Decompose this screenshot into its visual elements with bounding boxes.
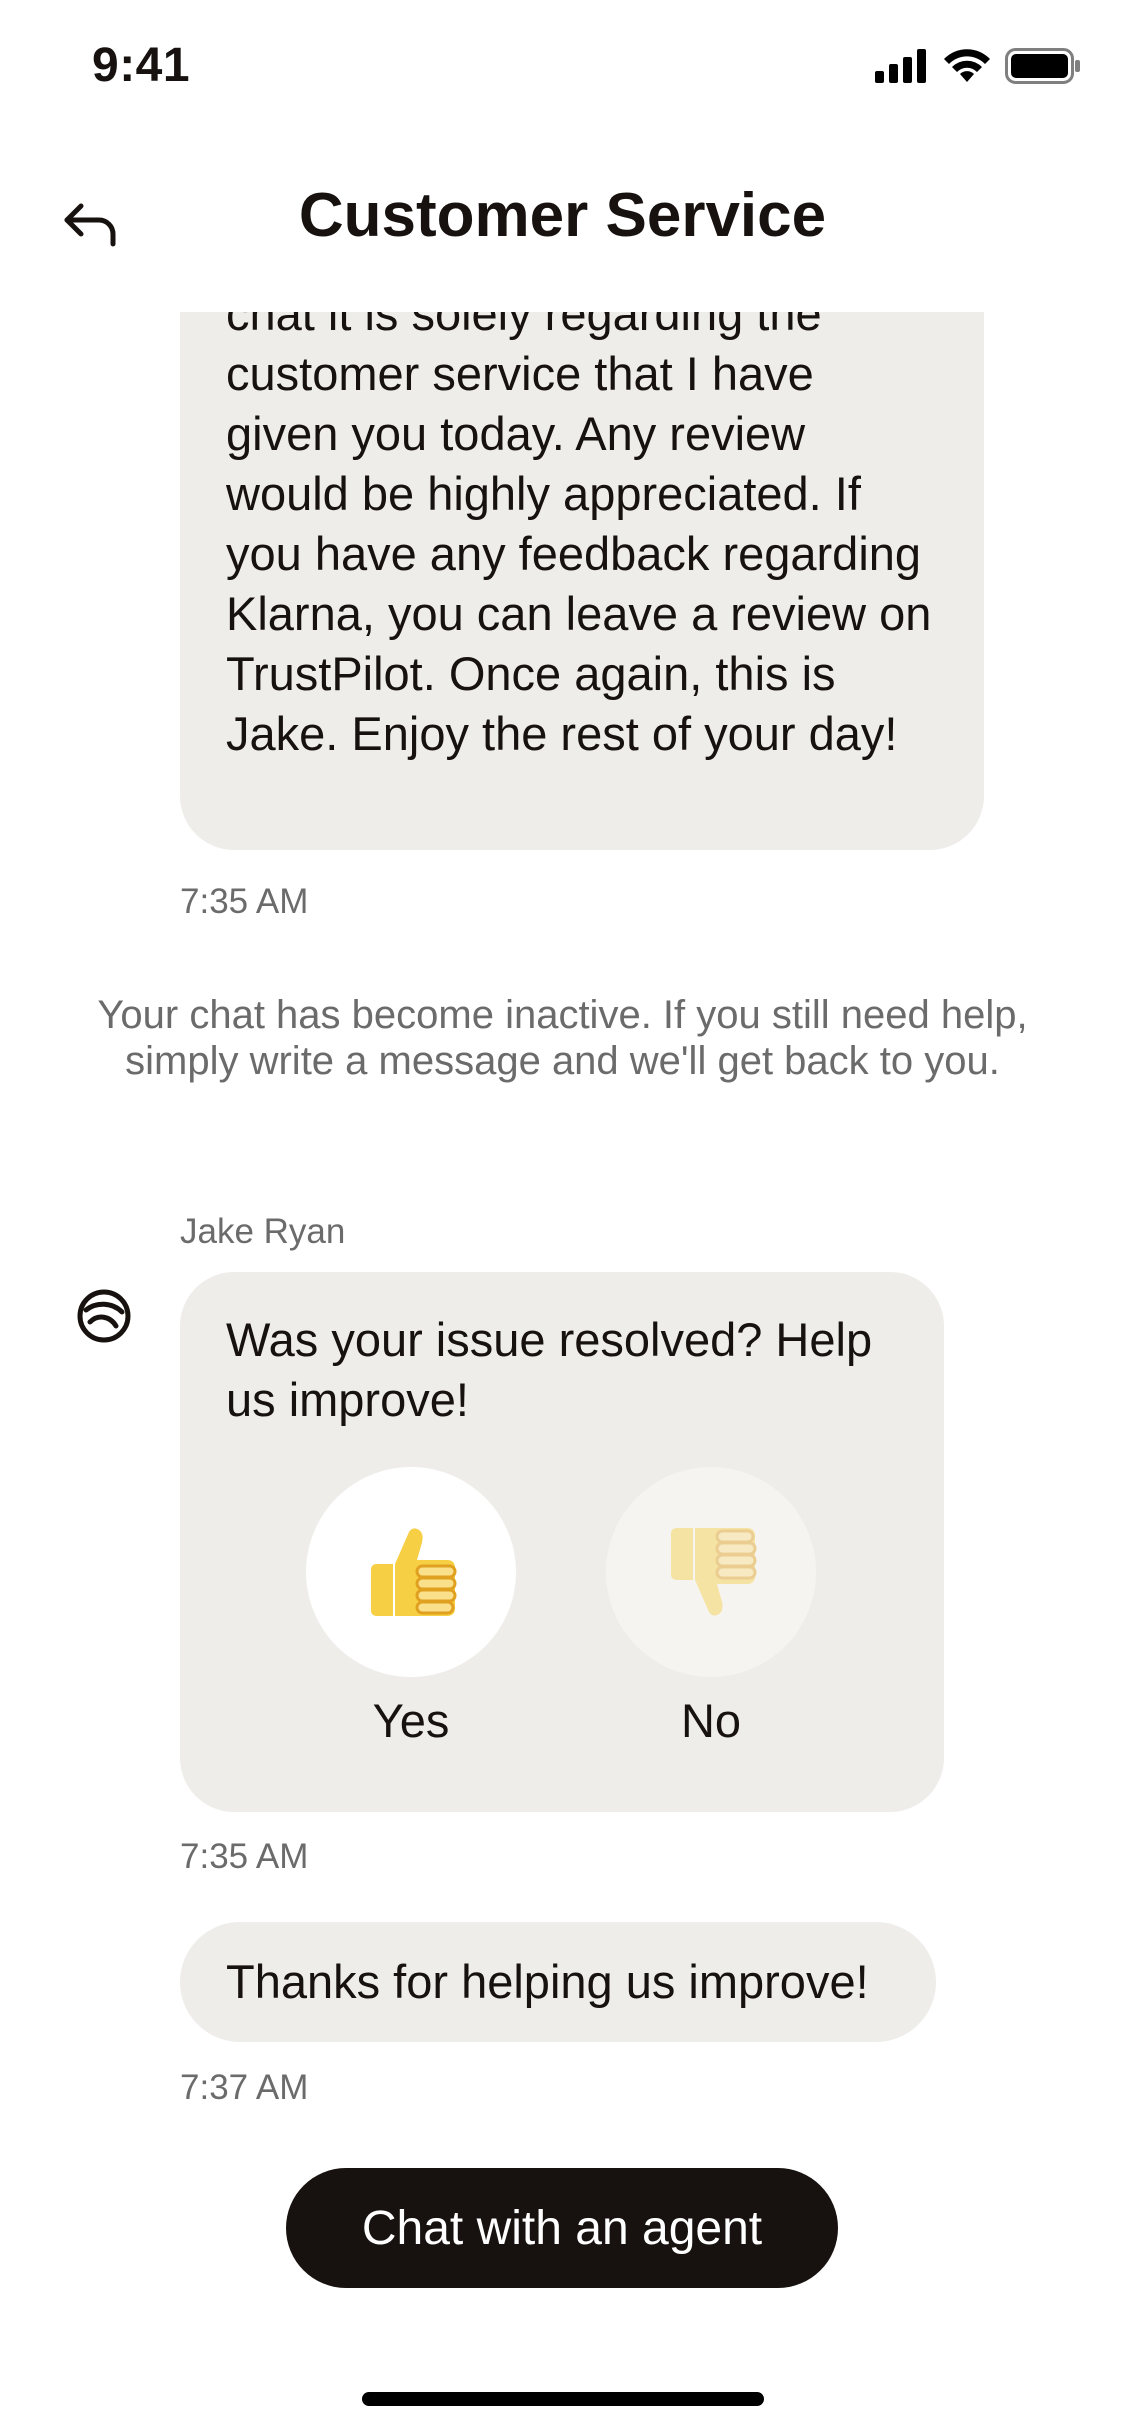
inactive-notice: Your chat has become inactive. If you st… [97, 993, 1028, 1083]
cellular-signal-icon [875, 49, 926, 83]
feedback-bubble: Was your issue resolved? Help us improve… [180, 1272, 944, 1812]
agent-name: Jake Ryan [180, 1212, 346, 1251]
status-time: 9:41 [92, 39, 191, 92]
thumbs-up-circle[interactable] [306, 1467, 516, 1677]
chat-with-agent-button[interactable]: Chat with an agent [286, 2168, 838, 2288]
message-timestamp: 7:35 AM [180, 1837, 309, 1876]
nav-bar: Customer Service [0, 150, 1125, 280]
thumbs-down-icon [671, 1528, 757, 1616]
page-title: Customer Service [298, 181, 827, 250]
message-timestamp: 7:35 AM [180, 882, 309, 921]
message-text: Thanks for helping us improve! [226, 1955, 869, 2008]
feedback-yes-button[interactable]: Yes [306, 1467, 516, 1748]
feedback-question: Was your issue resolved? Help us improve… [226, 1313, 873, 1426]
message-text: chat it is solely regarding the customer… [226, 312, 932, 760]
conversation[interactable]: chat it is solely regarding the customer… [0, 312, 1125, 2150]
agent-message-bubble: chat it is solely regarding the customer… [180, 312, 984, 850]
battery-icon [1005, 48, 1080, 84]
feedback-options: Yes No [306, 1467, 816, 1748]
agent-avatar-icon [77, 1289, 131, 1343]
message-timestamp: 7:37 AM [180, 2068, 309, 2107]
feedback-no-button[interactable]: No [606, 1467, 816, 1748]
feedback-no-label: No [680, 1694, 742, 1747]
feedback-yes-label: Yes [372, 1694, 450, 1747]
status-bar: 9:41 [0, 0, 1125, 130]
thumbs-down-circle[interactable] [606, 1467, 816, 1677]
wifi-icon [944, 49, 990, 82]
thumbs-up-icon [371, 1528, 457, 1616]
agent-message-bubble: Thanks for helping us improve! [180, 1922, 936, 2042]
home-indicator[interactable] [362, 2392, 764, 2406]
status-icons [875, 48, 1081, 84]
